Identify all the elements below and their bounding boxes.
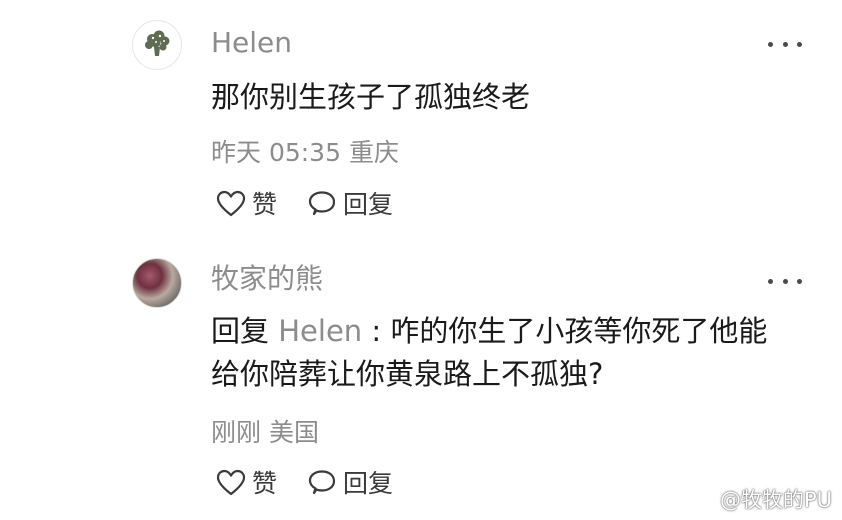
comment-meta: 昨天 05:35 重庆 <box>211 140 399 165</box>
avatar[interactable] <box>132 20 182 70</box>
speech-bubble-icon <box>308 470 336 495</box>
watermark-text: @牧牧的PU <box>719 488 832 512</box>
weibo-logo-icon <box>690 490 715 510</box>
heart-icon <box>216 190 246 217</box>
comment-location: 重庆 <box>349 138 400 167</box>
comment-date: 昨天 05:35 <box>211 138 341 167</box>
reply-target-username[interactable]: Helen <box>278 314 362 348</box>
comment-text-part: : 咋的你生了小孩等你死了他能 <box>371 314 768 348</box>
username[interactable]: Helen <box>211 29 292 57</box>
comment-text-line: 回复 Helen : 咋的你生了小孩等你死了他能 <box>211 310 767 353</box>
like-label: 赞 <box>252 468 278 498</box>
watermark: @牧牧的PU <box>690 484 832 514</box>
heart-icon <box>216 469 246 496</box>
username[interactable]: 牧家的熊 <box>211 265 323 293</box>
comment-text-line: 给你陪葬让你黄泉路上不孤独? <box>211 357 604 391</box>
reply-label: 回复 <box>343 189 394 219</box>
avatar[interactable] <box>132 258 182 308</box>
comment-location: 美国 <box>269 418 320 447</box>
reply-label: 回复 <box>343 468 394 498</box>
more-options-icon[interactable] <box>768 39 802 49</box>
like-label: 赞 <box>252 189 278 219</box>
comment-text: 回复 Helen : 咋的你生了小孩等你死了他能 给你陪葬让你黄泉路上不孤独? <box>211 310 767 396</box>
comment-meta: 刚刚 美国 <box>211 420 319 445</box>
reply-button[interactable]: 回复 <box>307 190 393 218</box>
comment-date: 刚刚 <box>211 418 262 447</box>
speech-bubble-icon <box>308 191 336 216</box>
reply-button[interactable]: 回复 <box>307 469 393 497</box>
reply-prefix: 回复 <box>211 314 270 348</box>
more-options-icon[interactable] <box>768 276 802 286</box>
like-button[interactable]: 赞 <box>216 190 277 218</box>
broccoli-icon <box>145 30 170 56</box>
comment-actions: 赞 回复 <box>216 466 393 500</box>
comment-actions: 赞 回复 <box>216 187 393 221</box>
like-button[interactable]: 赞 <box>216 469 277 497</box>
comment-text: 那你别生孩子了孤独终老 <box>211 80 531 114</box>
